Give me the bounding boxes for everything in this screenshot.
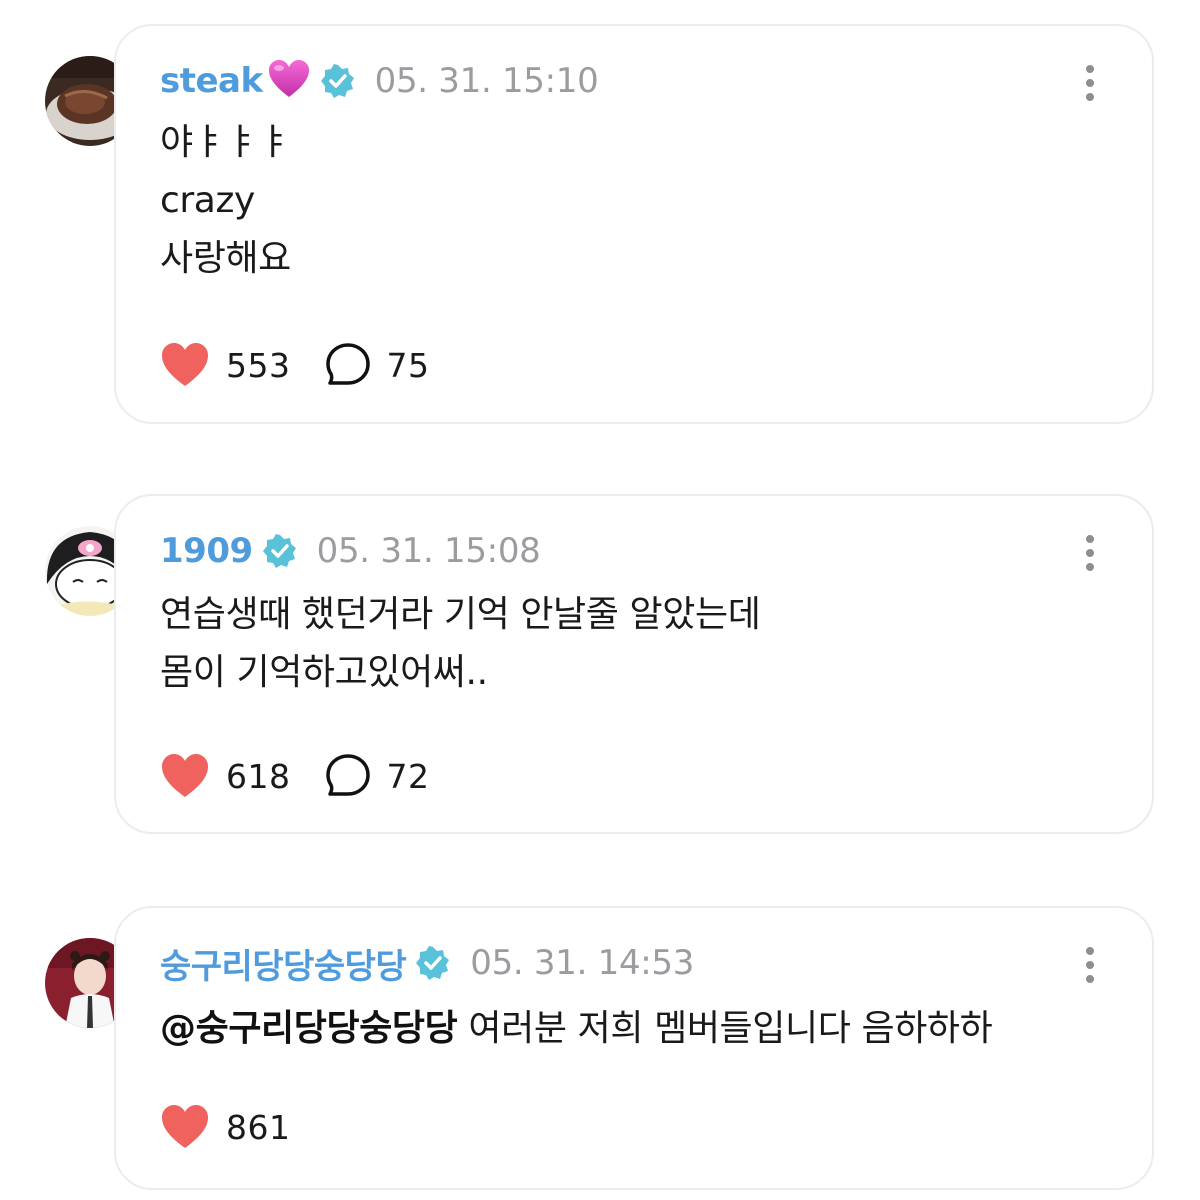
comment-text: @숭구리당당숭당당 여러분 저희 멤버들입니다 음하하하 xyxy=(160,1000,993,1058)
comment-line: crazy xyxy=(160,180,255,221)
comment-line: 여러분 저희 멤버들입니다 음하하하 xyxy=(457,1008,993,1049)
comment-line: 야ㅑㅑㅑ xyxy=(160,122,291,163)
timestamp: 05. 31. 14:53 xyxy=(470,943,695,983)
comment-text: 연습생때 했던거라 기억 안날줄 알았는데 몸이 기억하고있어써.. xyxy=(160,586,761,702)
like-button[interactable]: 553 xyxy=(160,342,291,388)
username[interactable]: steak xyxy=(160,61,263,101)
username[interactable]: 1909 xyxy=(160,531,253,571)
reply-count: 72 xyxy=(386,756,430,796)
verified-badge-icon xyxy=(320,64,355,98)
username[interactable]: 숭구리당당숭당당 xyxy=(160,939,407,988)
comment-line: 사랑해요 xyxy=(160,238,291,279)
comment-card: steak 05. 31. 15:10 야ㅑㅑㅑ crazy 사랑해요 553 … xyxy=(114,24,1154,424)
verified-badge-icon xyxy=(416,946,450,980)
like-count: 618 xyxy=(226,756,291,796)
reply-button[interactable]: 72 xyxy=(325,753,430,799)
heart-icon xyxy=(162,1105,208,1148)
heart-icon xyxy=(162,754,208,797)
timestamp: 05. 31. 15:10 xyxy=(374,61,599,101)
pink-heart-emoji-icon xyxy=(267,59,311,103)
like-button[interactable]: 861 xyxy=(160,1104,291,1150)
verified-badge-icon xyxy=(262,534,297,568)
comment-line: 연습생때 했던거라 기억 안날줄 알았는데 xyxy=(160,594,761,635)
speech-bubble-icon xyxy=(325,754,370,796)
like-count: 861 xyxy=(226,1107,291,1147)
reply-count: 75 xyxy=(386,345,430,385)
more-vertical-icon[interactable] xyxy=(1084,62,1096,102)
more-vertical-icon[interactable] xyxy=(1084,532,1096,572)
timestamp: 05. 31. 15:08 xyxy=(316,531,541,571)
heart-icon xyxy=(162,343,208,386)
reply-button[interactable]: 75 xyxy=(325,342,430,388)
speech-bubble-icon xyxy=(325,343,370,385)
mention-link[interactable]: @숭구리당당숭당당 xyxy=(160,1008,458,1049)
comment-line: 몸이 기억하고있어써.. xyxy=(160,652,488,693)
comment-card: 1909 05. 31. 15:08 연습생때 했던거라 기억 안날줄 알았는데… xyxy=(114,494,1154,834)
comment-card: 숭구리당당숭당당 05. 31. 14:53 @숭구리당당숭당당 여러분 저희 … xyxy=(114,906,1154,1190)
more-vertical-icon[interactable] xyxy=(1084,944,1096,984)
like-count: 553 xyxy=(226,345,291,385)
like-button[interactable]: 618 xyxy=(160,753,291,799)
comment-text: 야ㅑㅑㅑ crazy 사랑해요 xyxy=(160,114,291,288)
